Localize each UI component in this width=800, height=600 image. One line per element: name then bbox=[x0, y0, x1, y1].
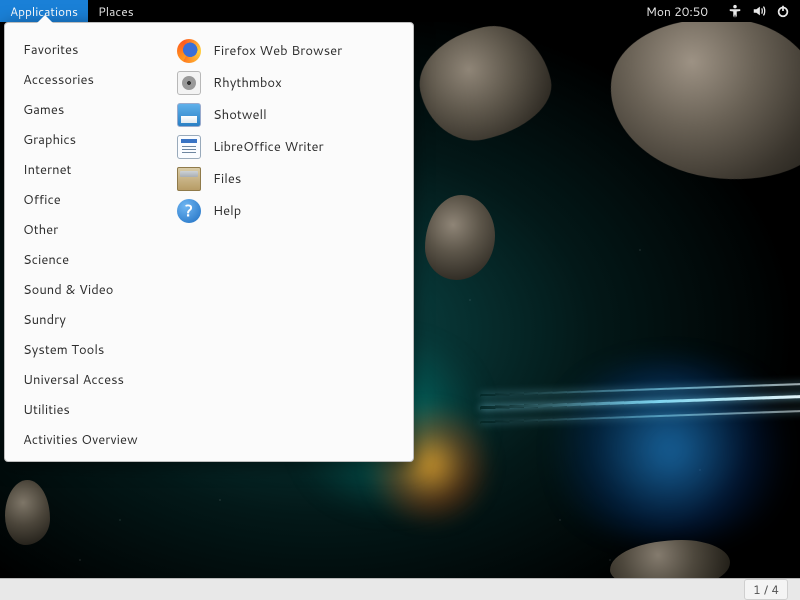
menu-apps-pane: Firefox Web Browser Rhythmbox Shotwell L… bbox=[165, 23, 413, 461]
category-science[interactable]: Science bbox=[21, 245, 159, 275]
app-label: Rhythmbox bbox=[213, 74, 282, 92]
firefox-icon bbox=[177, 39, 201, 63]
app-label: Files bbox=[213, 170, 241, 188]
menu-categories: Favorites Accessories Games Graphics Int… bbox=[5, 23, 165, 461]
help-icon: ? bbox=[177, 199, 201, 223]
volume-icon[interactable] bbox=[752, 4, 766, 18]
category-sundry[interactable]: Sundry bbox=[21, 305, 159, 335]
category-games[interactable]: Games bbox=[21, 95, 159, 125]
app-libreoffice-writer[interactable]: LibreOffice Writer bbox=[173, 131, 403, 163]
libreoffice-writer-icon bbox=[177, 135, 201, 159]
activities-overview-link[interactable]: Activities Overview bbox=[21, 425, 159, 455]
category-office[interactable]: Office bbox=[21, 185, 159, 215]
category-sound-video[interactable]: Sound & Video bbox=[21, 275, 159, 305]
category-graphics[interactable]: Graphics bbox=[21, 125, 159, 155]
category-system-tools[interactable]: System Tools bbox=[21, 335, 159, 365]
power-icon[interactable] bbox=[776, 4, 790, 18]
accessibility-icon[interactable] bbox=[728, 4, 742, 18]
places-menu-button[interactable]: Places bbox=[88, 0, 144, 22]
top-bar-right: Mon 20:50 bbox=[642, 0, 800, 22]
shotwell-icon bbox=[177, 103, 201, 127]
app-rhythmbox[interactable]: Rhythmbox bbox=[173, 67, 403, 99]
app-label: LibreOffice Writer bbox=[213, 138, 324, 156]
top-bar: Applications Places Mon 20:50 bbox=[0, 0, 800, 22]
workspace-indicator[interactable]: 1 / 4 bbox=[744, 579, 788, 600]
files-icon bbox=[177, 167, 201, 191]
app-label: Shotwell bbox=[213, 106, 267, 124]
app-help[interactable]: ? Help bbox=[173, 195, 403, 227]
category-accessories[interactable]: Accessories bbox=[21, 65, 159, 95]
rhythmbox-icon bbox=[177, 71, 201, 95]
category-utilities[interactable]: Utilities bbox=[21, 395, 159, 425]
app-label: Firefox Web Browser bbox=[213, 42, 342, 60]
app-label: Help bbox=[213, 202, 241, 220]
bottom-bar: 1 / 4 bbox=[0, 578, 800, 600]
category-other[interactable]: Other bbox=[21, 215, 159, 245]
app-shotwell[interactable]: Shotwell bbox=[173, 99, 403, 131]
top-bar-left: Applications Places bbox=[0, 0, 144, 22]
app-firefox[interactable]: Firefox Web Browser bbox=[173, 35, 403, 67]
clock[interactable]: Mon 20:50 bbox=[642, 3, 712, 20]
category-internet[interactable]: Internet bbox=[21, 155, 159, 185]
app-files[interactable]: Files bbox=[173, 163, 403, 195]
applications-menu-panel: Favorites Accessories Games Graphics Int… bbox=[4, 22, 414, 462]
category-favorites[interactable]: Favorites bbox=[21, 35, 159, 65]
category-universal-access[interactable]: Universal Access bbox=[21, 365, 159, 395]
